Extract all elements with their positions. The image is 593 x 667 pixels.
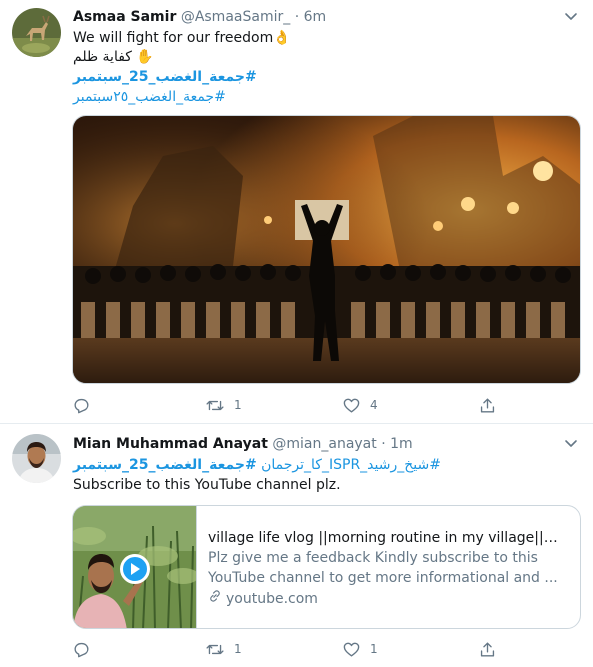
like-button[interactable]: 1: [342, 639, 378, 659]
card-title: village life vlog ||morning routine in m…: [208, 530, 570, 546]
author-name[interactable]: Mian Muhammad Anayat: [73, 436, 268, 452]
heart-icon: [342, 640, 361, 659]
author-name[interactable]: Asmaa Samir: [73, 9, 176, 25]
heart-icon: [342, 396, 361, 415]
share-button[interactable]: [478, 639, 497, 659]
like-button[interactable]: 4: [342, 395, 378, 415]
card-description-line: YouTube channel to get more informationa…: [208, 570, 558, 586]
retweet-count: 1: [234, 642, 242, 656]
card-domain-row: youtube.com: [208, 589, 570, 609]
retweet-icon: [205, 640, 225, 659]
avatar[interactable]: [12, 434, 61, 483]
hashtag-link[interactable]: #جمعة_الغضب_25_سبتمبر: [73, 457, 257, 473]
card-thumbnail: [73, 506, 197, 628]
tweet-header: Mian Muhammad Anayat @mian_anayat · 1m: [73, 434, 553, 454]
retweet-button[interactable]: 1: [205, 395, 242, 415]
tweet-text-line: ✋ كفاية ظلم: [73, 47, 154, 67]
tweet-hashtag-line: #جمعة_الغضب_٢٥سبتمبر: [73, 87, 226, 107]
chevron-down-icon[interactable]: [563, 8, 579, 24]
hashtag-link[interactable]: #جمعة_الغضب_٢٥سبتمبر: [73, 89, 226, 105]
tweet-arabic-text: ✋ كفاية ظلم: [73, 49, 154, 65]
author-handle[interactable]: @AsmaaSamir_: [181, 9, 290, 25]
card-description: Plz give me a feedback Kindly subscribe …: [208, 548, 570, 588]
like-count: 4: [370, 398, 378, 412]
retweet-button[interactable]: 1: [205, 639, 242, 659]
hashtag-link[interactable]: #جمعة_الغضب_25_سبتمبر: [73, 69, 257, 85]
separator: ·: [381, 436, 386, 452]
link-card[interactable]: village life vlog ||morning routine in m…: [72, 505, 581, 629]
play-icon[interactable]: [120, 554, 150, 584]
tweet-hashtag-line: #شیخ_رشید_ISPR_کا_ترجمان #جمعة_الغضب_25_…: [73, 455, 441, 475]
protest-photo: [73, 116, 580, 383]
tweet[interactable]: Mian Muhammad Anayat @mian_anayat · 1m #…: [0, 425, 593, 667]
card-description-line: Plz give me a feedback Kindly subscribe …: [208, 550, 538, 566]
reply-button[interactable]: [72, 639, 100, 659]
tweet-time[interactable]: 6m: [304, 9, 327, 25]
avatar[interactable]: [12, 8, 61, 57]
retweet-count: 1: [234, 398, 242, 412]
reply-icon: [72, 640, 91, 659]
tweet-actions: 1 1: [72, 639, 512, 659]
like-count: 1: [370, 642, 378, 656]
author-handle[interactable]: @mian_anayat: [272, 436, 376, 452]
separator: ·: [294, 9, 300, 25]
tweet-hashtag-line: #جمعة_الغضب_25_سبتمبر: [73, 67, 257, 87]
link-icon: [208, 589, 222, 609]
retweet-icon: [205, 396, 225, 415]
chevron-down-icon[interactable]: [563, 435, 579, 451]
share-icon: [478, 396, 497, 415]
tweet-text-line: We will fight for our freedom👌: [73, 30, 291, 46]
tweet-actions: 1 4: [72, 395, 512, 415]
share-icon: [478, 640, 497, 659]
tweet-photo[interactable]: [72, 115, 581, 384]
tweet[interactable]: Asmaa Samir @AsmaaSamir_ · 6m We will fi…: [0, 0, 593, 424]
card-domain: youtube.com: [226, 591, 318, 607]
share-button[interactable]: [478, 395, 497, 415]
reply-icon: [72, 396, 91, 415]
tweet-text: Subscribe to this YouTube channel plz.: [73, 477, 341, 493]
tweet-time[interactable]: 1m: [390, 436, 413, 452]
card-text: village life vlog ||morning routine in m…: [208, 528, 570, 609]
tweet-header: Asmaa Samir @AsmaaSamir_ · 6m: [73, 7, 553, 27]
hashtag-link[interactable]: #شیخ_رشید_ISPR_کا_ترجمان: [261, 457, 441, 473]
reply-button[interactable]: [72, 395, 100, 415]
